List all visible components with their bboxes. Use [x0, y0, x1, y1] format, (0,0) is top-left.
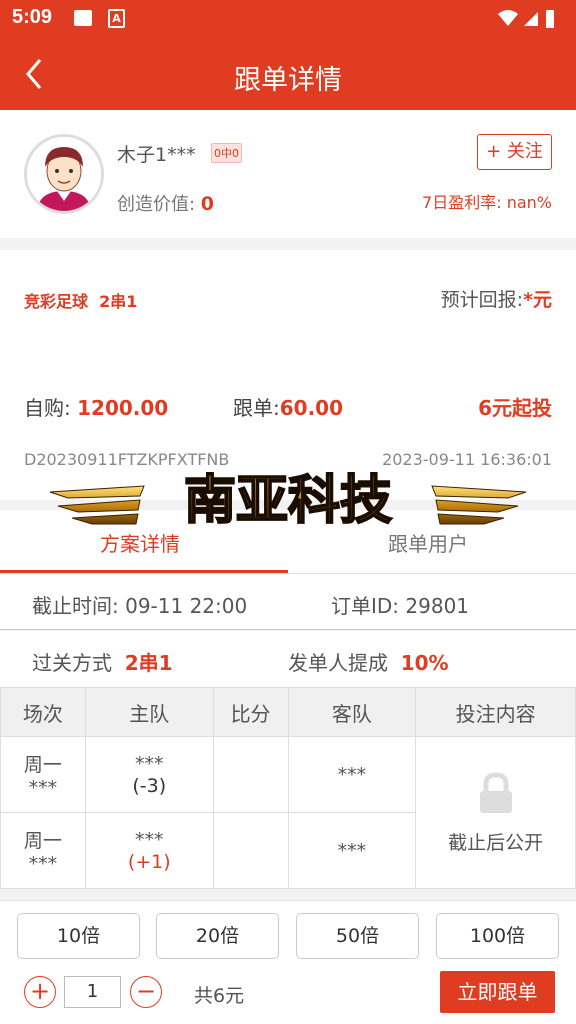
away-cell: *** — [287, 812, 417, 889]
handicap: (+1) — [127, 850, 171, 873]
user-card: 木子1*** 0中0 创造价值: 0 + 关注 7日盈利率: nan% — [0, 110, 576, 238]
header-home: 主队 — [84, 687, 214, 737]
header-score: 比分 — [212, 687, 289, 737]
follow-amount-label: 跟单: — [233, 396, 280, 420]
user-name: 木子1*** — [117, 144, 196, 166]
expected-return-label: 预计回报: — [440, 289, 524, 311]
plan-type: 竞彩足球 2串1 — [24, 288, 137, 312]
match-table: 场次 主队 比分 客队 投注内容 周一 *** *** (-3) *** 截止后公开… — [0, 687, 576, 889]
commission-value: 10% — [400, 651, 449, 675]
submit-follow-button[interactable]: 立即跟单 — [440, 971, 555, 1013]
session-day: 周一 — [23, 754, 62, 776]
avatar-face-icon — [27, 137, 101, 211]
quantity-input[interactable]: 1 — [64, 976, 121, 1008]
watermark-logo: 南亚科技 — [49, 470, 527, 532]
order-id: 订单ID: 29801 — [331, 594, 470, 618]
plan-type-value: 2串1 — [99, 292, 138, 311]
self-buy: 自购: 1200.00 — [24, 392, 168, 421]
session-cell: 周一 *** — [0, 736, 86, 813]
decrease-button[interactable]: − — [130, 976, 162, 1008]
nav-bar: 跟单详情 — [0, 38, 576, 110]
increase-button[interactable]: + — [24, 976, 56, 1008]
header-bet: 投注内容 — [415, 687, 576, 737]
multiplier-10-button[interactable]: 10倍 — [17, 913, 140, 959]
min-invest: 6元起投 — [478, 392, 552, 421]
min-invest-value: 6元起投 — [478, 396, 552, 420]
status-bar: 5:09 A — [0, 0, 576, 38]
home-cell: *** (-3) — [84, 736, 214, 813]
table-row: 周一 *** *** (-3) *** 截止后公开 — [0, 736, 576, 889]
record-badge: 0中0 — [211, 143, 242, 163]
bet-content-text: 截止后公开 — [448, 831, 544, 854]
pass-method-value: 2串1 — [124, 651, 173, 675]
table-header-row: 场次 主队 比分 客队 投注内容 — [0, 687, 576, 737]
gallery-icon — [74, 10, 92, 26]
home-cell: *** (+1) — [84, 812, 214, 889]
plan-type-label: 竞彩足球 — [24, 292, 89, 311]
profit-rate: 7日盈利率: nan% — [422, 193, 552, 212]
expected-return-value: *元 — [523, 289, 552, 311]
handicap: (-3) — [132, 774, 167, 797]
multiplier-50-button[interactable]: 50倍 — [296, 913, 419, 959]
home-team: *** — [135, 828, 164, 851]
pass-row: 过关方式 2串1 发单人提成 10% — [0, 631, 576, 687]
score-cell — [212, 736, 289, 813]
session-no: *** — [28, 853, 58, 875]
created-value-label: 创造价值: — [117, 194, 201, 215]
commission: 发单人提成 10% — [288, 647, 449, 676]
watermark-text: 南亚科技 — [184, 471, 392, 531]
home-team: *** — [135, 752, 164, 775]
session-day: 周一 — [23, 830, 62, 852]
plan-card: 竞彩足球 2串1 预计回报:*元 自购: 1200.00 跟单:60.00 6元… — [0, 250, 576, 500]
self-buy-label: 自购: — [24, 396, 78, 420]
signal-battery-icon — [498, 10, 554, 28]
header-session: 场次 — [0, 687, 86, 737]
follow-amount-value: 60.00 — [279, 396, 344, 420]
tab-plan-detail[interactable]: 方案详情 — [100, 528, 180, 557]
lock-icon — [479, 771, 512, 813]
multiplier-20-button[interactable]: 20倍 — [156, 913, 279, 959]
pass-method-label: 过关方式 — [32, 651, 112, 675]
score-cell — [212, 812, 289, 889]
tab-follow-users[interactable]: 跟单用户 — [388, 528, 468, 557]
deadline-row: 截止时间: 09-11 22:00 订单ID: 29801 — [0, 574, 576, 630]
app-notification-icon: A — [108, 9, 125, 28]
follow-button[interactable]: + 关注 — [477, 134, 552, 170]
expected-return: 预计回报:*元 — [441, 285, 552, 312]
follow-amount: 跟单:60.00 — [233, 392, 343, 421]
page-title: 跟单详情 — [234, 65, 342, 96]
session-no: *** — [28, 777, 58, 799]
self-buy-value: 1200.00 — [77, 396, 169, 420]
total-amount: 共6元 — [194, 985, 245, 1007]
header-away: 客队 — [287, 687, 417, 737]
created-value: 创造价值: 0 — [117, 190, 214, 216]
avatar[interactable] — [24, 134, 104, 214]
deadline-time: 截止时间: 09-11 22:00 — [32, 594, 248, 618]
created-value-number: 0 — [200, 193, 215, 215]
bet-content-cell: 截止后公开 — [415, 736, 576, 889]
session-cell: 周一 *** — [0, 812, 86, 889]
commission-label: 发单人提成 — [288, 651, 388, 675]
pass-method: 过关方式 2串1 — [32, 647, 173, 676]
status-time: 5:09 — [12, 6, 53, 28]
away-cell: *** — [287, 736, 417, 813]
multiplier-100-button[interactable]: 100倍 — [436, 913, 559, 959]
